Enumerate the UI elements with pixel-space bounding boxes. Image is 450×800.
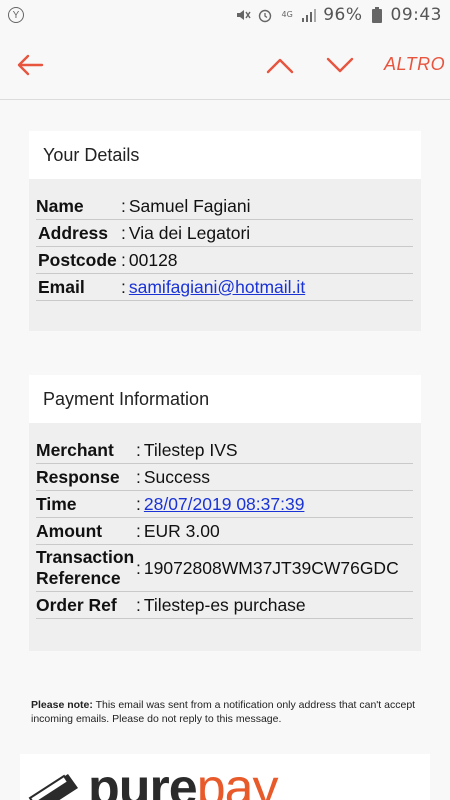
separator: : — [136, 439, 141, 460]
payment-row-time: Time : 28/07/2019 08:37:39 — [36, 491, 413, 518]
more-button[interactable]: ALTRO — [384, 54, 445, 75]
detail-row-postcode: Postcode : 00128 — [36, 247, 413, 274]
battery-icon — [369, 7, 385, 23]
separator: : — [121, 249, 126, 270]
app-bar: ALTRO — [0, 30, 450, 100]
disclaimer-note: Please note: This email was sent from a … — [31, 698, 421, 726]
email-link[interactable]: samifagiani@hotmail.it — [129, 277, 305, 298]
payment-row-amount: Amount : EUR 3.00 — [36, 518, 413, 545]
details-table: Name : Samuel Fagiani Address : Via dei … — [29, 179, 421, 313]
payment-label: Transaction Reference — [36, 547, 135, 588]
detail-value: 00128 — [128, 249, 178, 270]
separator: : — [136, 466, 141, 487]
clock: 09:43 — [390, 5, 442, 25]
detail-value: Via dei Legatori — [128, 222, 251, 243]
payment-value: 19072808WM37JT39CW76GDC — [143, 557, 399, 578]
detail-label: Name — [36, 195, 84, 216]
separator: : — [136, 493, 141, 514]
payment-label: Amount — [36, 520, 103, 541]
separator: : — [121, 222, 126, 243]
payment-value: Tilestep-es purchase — [143, 594, 306, 615]
separator: : — [136, 520, 141, 541]
card-logo-icon — [28, 768, 84, 800]
payment-table: Merchant : Tilestep IVS Response : Succe… — [29, 423, 421, 631]
detail-label: Email — [38, 276, 85, 297]
separator: : — [121, 276, 126, 297]
detail-row-name: Name : Samuel Fagiani — [36, 193, 413, 220]
details-card: Your Details Name : Samuel Fagiani Addre… — [29, 131, 421, 331]
separator: : — [121, 195, 126, 216]
payment-label: Time — [36, 493, 77, 514]
payment-value: Tilestep IVS — [143, 439, 238, 460]
next-chevron-down-icon[interactable] — [325, 55, 355, 75]
payment-title: Payment Information — [29, 375, 421, 423]
payment-card: Payment Information Merchant : Tilestep … — [29, 375, 421, 651]
logo-wordmark: purepay — [88, 759, 279, 800]
payment-row-order-ref: Order Ref : Tilestep-es purchase — [36, 592, 413, 619]
back-arrow-icon[interactable] — [16, 53, 44, 77]
payment-value: EUR 3.00 — [143, 520, 220, 541]
payment-value: Success — [143, 466, 211, 487]
status-bar: Y 4G 96% 09:43 — [0, 0, 450, 30]
time-link[interactable]: 28/07/2019 08:37:39 — [144, 494, 305, 515]
network-type-icon: 4G — [281, 10, 293, 19]
details-title: Your Details — [29, 131, 421, 179]
mute-icon — [235, 7, 251, 23]
purepay-logo: purepay — [20, 754, 430, 800]
separator: : — [136, 557, 141, 578]
detail-value: Samuel Fagiani — [128, 195, 251, 216]
previous-chevron-up-icon[interactable] — [265, 55, 295, 75]
logo-word-pure: pure — [88, 759, 198, 800]
detail-label: Address — [38, 222, 109, 243]
notification-y-icon: Y — [8, 7, 24, 23]
detail-row-address: Address : Via dei Legatori — [36, 220, 413, 247]
payment-label: Order Ref — [36, 594, 117, 615]
note-label: Please note: — [31, 699, 93, 711]
status-icons: 4G 96% 09:43 — [235, 5, 442, 25]
payment-row-transaction-reference: Transaction Reference : 19072808WM37JT39… — [36, 545, 413, 592]
signal-icon — [301, 7, 317, 23]
battery-percent: 96% — [323, 5, 363, 25]
detail-row-email: Email : samifagiani@hotmail.it — [36, 274, 413, 301]
detail-label: Postcode — [38, 249, 117, 270]
payment-label: Response — [36, 466, 120, 487]
payment-row-merchant: Merchant : Tilestep IVS — [36, 437, 413, 464]
separator: : — [136, 594, 141, 615]
payment-row-response: Response : Success — [36, 464, 413, 491]
logo-word-pay: pay — [196, 759, 279, 800]
payment-label: Merchant — [36, 439, 114, 460]
alarm-icon — [257, 7, 273, 23]
